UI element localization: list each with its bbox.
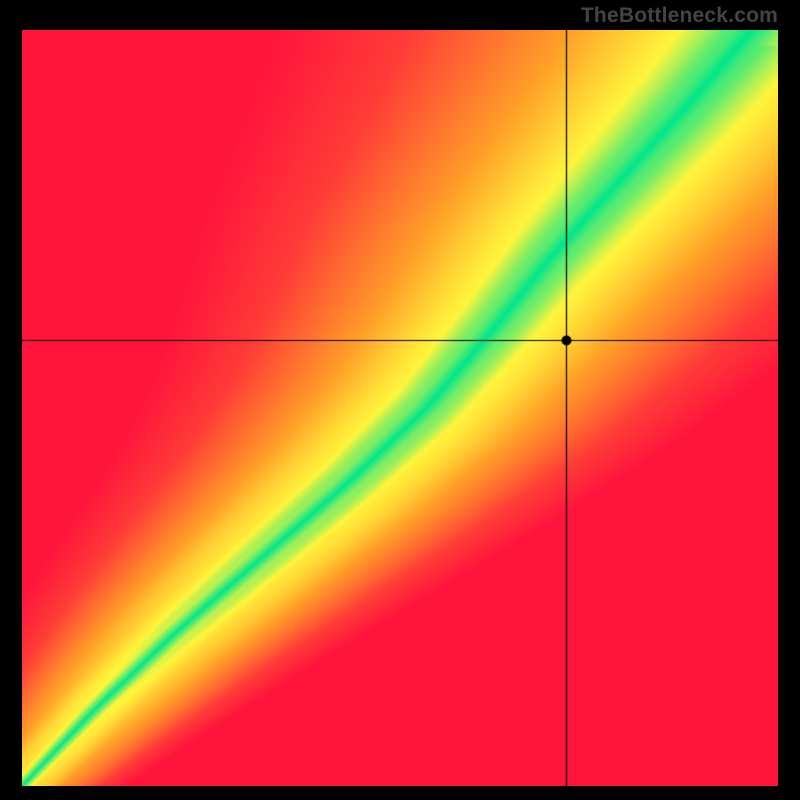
bottleneck-heatmap bbox=[22, 30, 778, 786]
stage: TheBottleneck.com bbox=[0, 0, 800, 800]
brand-label: TheBottleneck.com bbox=[581, 4, 778, 28]
